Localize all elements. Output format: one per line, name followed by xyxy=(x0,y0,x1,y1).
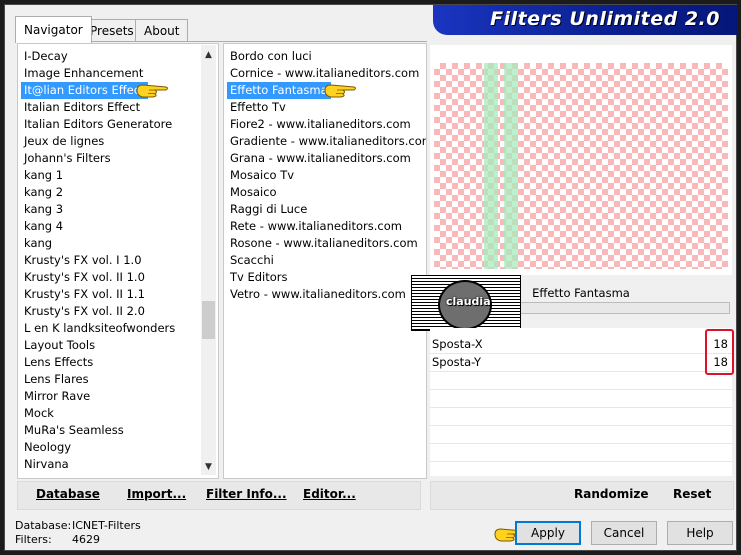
highlight-box xyxy=(705,329,734,375)
filters-count-label: Filters: xyxy=(15,533,52,546)
randomize-button[interactable]: Randomize xyxy=(574,487,648,501)
filter-item[interactable]: Tv Editors xyxy=(230,269,288,286)
right-toolbar: Randomize Reset xyxy=(430,481,734,510)
pointing-hand-icon xyxy=(324,84,356,98)
category-item[interactable]: Mirror Rave xyxy=(24,388,90,405)
param-row-sposta-y[interactable]: Sposta-Y 18 xyxy=(430,354,732,372)
claudia-logo-watermark: claudia xyxy=(411,275,521,331)
editor-button[interactable]: Editor... xyxy=(303,487,356,501)
filter-item-selected[interactable]: Effetto Fantasma xyxy=(227,82,331,99)
param-row-sposta-x[interactable]: Sposta-X 18 xyxy=(430,336,732,354)
help-button[interactable]: Help xyxy=(667,521,733,545)
category-list[interactable]: I-Decay Image Enhancement It@lian Editors … xyxy=(17,43,219,479)
filter-item[interactable]: Mosaico Tv xyxy=(230,167,294,184)
scroll-down-icon[interactable]: ▼ xyxy=(201,459,216,475)
empty-row xyxy=(430,372,732,390)
category-item[interactable]: Nirvana xyxy=(24,456,69,473)
param-label: Sposta-Y xyxy=(432,355,481,369)
filter-item[interactable]: Gradiente - www.italianeditors.com xyxy=(230,133,426,150)
filter-item[interactable]: Fiore2 - www.italianeditors.com xyxy=(230,116,411,133)
filter-item[interactable]: Mosaico xyxy=(230,184,277,201)
ghost-stripe xyxy=(504,63,518,269)
category-item[interactable]: kang 2 xyxy=(24,184,63,201)
param-label: Sposta-X xyxy=(432,337,483,351)
filter-item[interactable]: Vetro - www.italianeditors.com xyxy=(230,286,406,303)
import-button[interactable]: Import... xyxy=(127,487,186,501)
reset-button[interactable]: Reset xyxy=(673,487,711,501)
left-toolbar: Database Import... Filter Info... Editor… xyxy=(17,481,421,510)
empty-row xyxy=(430,390,732,408)
scroll-up-icon[interactable]: ▲ xyxy=(201,47,216,63)
filter-item[interactable]: Cornice - www.italianeditors.com xyxy=(230,65,419,82)
database-label: Database: xyxy=(15,519,72,532)
category-item[interactable]: I-Decay xyxy=(24,48,68,65)
parameter-grid: Sposta-X 18 Sposta-Y 18 xyxy=(430,328,732,476)
preview-panel xyxy=(430,45,732,275)
category-item[interactable]: Krusty's FX vol. II 2.0 xyxy=(24,303,145,320)
category-item[interactable]: kang xyxy=(24,235,52,252)
database-value: ICNET-Filters xyxy=(72,519,141,532)
tab-navigator[interactable]: Navigator xyxy=(15,16,92,43)
category-item[interactable]: Krusty's FX vol. II 1.0 xyxy=(24,269,145,286)
category-item[interactable]: Image Enhancement xyxy=(24,65,143,82)
empty-row xyxy=(430,408,732,426)
filter-item[interactable]: Bordo con luci xyxy=(230,48,312,65)
banner-title: Filters Unlimited 2.0 xyxy=(490,8,720,30)
ghost-stripe xyxy=(484,63,498,269)
scrollbar-thumb[interactable] xyxy=(202,301,215,339)
empty-row xyxy=(430,426,732,444)
preview-image xyxy=(434,63,728,269)
filter-item[interactable]: Grana - www.italianeditors.com xyxy=(230,150,411,167)
empty-row xyxy=(430,444,732,462)
category-item[interactable]: Neology xyxy=(24,439,71,456)
filter-item[interactable]: Raggi di Luce xyxy=(230,201,307,218)
apply-button[interactable]: Apply xyxy=(515,521,581,545)
cancel-button[interactable]: Cancel xyxy=(591,521,657,545)
category-item[interactable]: MuRa's Seamless xyxy=(24,422,124,439)
category-item[interactable]: Krusty's FX vol. I 1.0 xyxy=(24,252,142,269)
category-item[interactable]: Krusty's FX vol. II 1.1 xyxy=(24,286,145,303)
category-item[interactable]: Mock xyxy=(24,405,54,422)
filter-info-button[interactable]: Filter Info... xyxy=(206,487,287,501)
category-item[interactable]: Italian Editors Effect xyxy=(24,99,140,116)
tab-about[interactable]: About xyxy=(135,19,189,42)
category-item[interactable]: Layout Tools xyxy=(24,337,95,354)
category-item-selected[interactable]: It@lian Editors Effect xyxy=(21,82,148,99)
category-item[interactable]: L en K landksiteofwonders xyxy=(24,320,175,337)
filters-unlimited-window: Navigator Presets About Filters Unlimite… xyxy=(4,4,738,551)
pointing-hand-icon xyxy=(136,84,168,98)
filter-list[interactable]: Bordo con luci Cornice - www.italianedito… xyxy=(223,43,427,479)
filter-item[interactable]: Rete - www.italianeditors.com xyxy=(230,218,402,235)
category-scrollbar[interactable]: ▲ ▼ xyxy=(201,45,216,475)
logo-text: claudia xyxy=(446,295,491,308)
category-item[interactable]: kang 4 xyxy=(24,218,63,235)
database-button[interactable]: Database xyxy=(36,487,100,501)
category-item[interactable]: Italian Editors Generatore xyxy=(24,116,172,133)
filter-item[interactable]: Rosone - www.italianeditors.com xyxy=(230,235,418,252)
category-item[interactable]: Lens Flares xyxy=(24,371,89,388)
category-item[interactable]: kang 1 xyxy=(24,167,63,184)
filter-item[interactable]: Effetto Tv xyxy=(230,99,286,116)
category-item[interactable]: Lens Effects xyxy=(24,354,93,371)
title-banner: Filters Unlimited 2.0 xyxy=(433,5,738,35)
category-item[interactable]: kang 3 xyxy=(24,201,63,218)
filter-item[interactable]: Scacchi xyxy=(230,252,274,269)
category-item[interactable]: Johann's Filters xyxy=(24,150,111,167)
filters-count-value: 4629 xyxy=(72,533,100,546)
category-item[interactable]: Jeux de lignes xyxy=(24,133,104,150)
